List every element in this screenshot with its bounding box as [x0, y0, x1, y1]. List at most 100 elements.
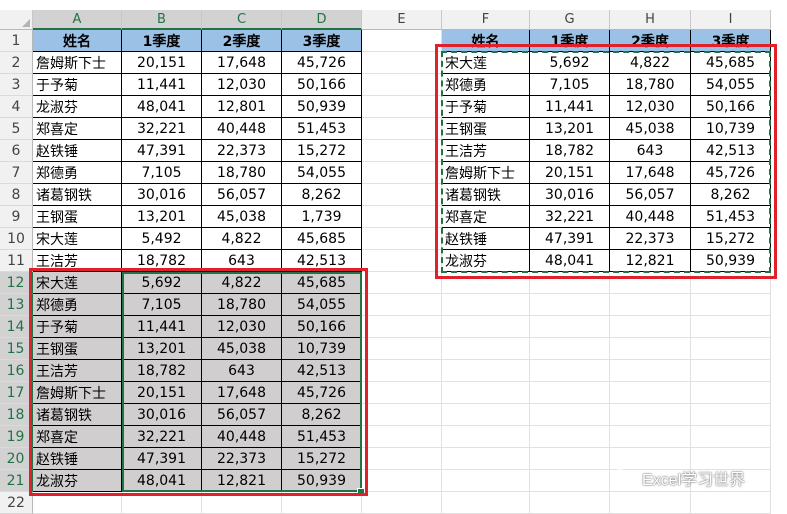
left-table-header[interactable]: 3季度	[282, 30, 362, 52]
empty-cell[interactable]	[362, 448, 442, 470]
name-cell[interactable]: 王洁芳	[33, 360, 122, 382]
row-header-5[interactable]: 5	[0, 118, 33, 140]
name-cell[interactable]: 诸葛钢铁	[442, 184, 530, 206]
empty-cell[interactable]	[691, 404, 771, 426]
name-cell[interactable]: 诸葛钢铁	[33, 404, 122, 426]
name-cell[interactable]: 郑德勇	[33, 294, 122, 316]
empty-cell[interactable]	[691, 426, 771, 448]
name-cell[interactable]: 郑德勇	[442, 74, 530, 96]
value-cell[interactable]: 51,453	[691, 206, 771, 228]
value-cell[interactable]: 54,055	[691, 74, 771, 96]
value-cell[interactable]: 5,692	[122, 272, 202, 294]
name-cell[interactable]: 赵铁锤	[33, 448, 122, 470]
value-cell[interactable]: 8,262	[691, 184, 771, 206]
column-header-a[interactable]: A	[33, 10, 122, 30]
value-cell[interactable]: 45,685	[691, 52, 771, 74]
column-header-d[interactable]: D	[282, 10, 362, 30]
value-cell[interactable]: 10,739	[282, 338, 362, 360]
name-cell[interactable]: 于予菊	[33, 74, 122, 96]
row-header-19[interactable]: 19	[0, 426, 33, 448]
name-cell[interactable]: 诸葛钢铁	[33, 184, 122, 206]
empty-cell[interactable]	[610, 382, 691, 404]
empty-cell[interactable]	[362, 250, 442, 272]
empty-cell[interactable]	[691, 316, 771, 338]
empty-cell[interactable]	[362, 184, 442, 206]
value-cell[interactable]: 17,648	[610, 162, 691, 184]
empty-cell[interactable]	[362, 360, 442, 382]
name-cell[interactable]: 龙淑芬	[33, 96, 122, 118]
empty-cell[interactable]	[362, 52, 442, 74]
value-cell[interactable]: 30,016	[122, 184, 202, 206]
right-table-header[interactable]: 1季度	[530, 30, 610, 52]
value-cell[interactable]: 20,151	[530, 162, 610, 184]
left-table-header[interactable]: 1季度	[122, 30, 202, 52]
value-cell[interactable]: 50,939	[282, 96, 362, 118]
select-all-corner[interactable]	[0, 10, 33, 30]
value-cell[interactable]: 11,441	[530, 96, 610, 118]
value-cell[interactable]: 42,513	[691, 140, 771, 162]
empty-cell[interactable]	[691, 360, 771, 382]
empty-cell[interactable]	[530, 470, 610, 492]
row-header-22[interactable]: 22	[0, 492, 33, 514]
value-cell[interactable]: 11,441	[122, 74, 202, 96]
value-cell[interactable]: 45,726	[282, 382, 362, 404]
empty-cell[interactable]	[282, 492, 362, 514]
empty-cell[interactable]	[530, 426, 610, 448]
row-header-10[interactable]: 10	[0, 228, 33, 250]
value-cell[interactable]: 45,726	[282, 52, 362, 74]
right-table-header[interactable]: 姓名	[442, 30, 530, 52]
row-header-12[interactable]: 12	[0, 272, 33, 294]
empty-cell[interactable]	[362, 470, 442, 492]
value-cell[interactable]: 15,272	[691, 228, 771, 250]
empty-cell[interactable]	[530, 338, 610, 360]
value-cell[interactable]: 8,262	[282, 184, 362, 206]
column-header-f[interactable]: F	[442, 10, 530, 30]
row-header-1[interactable]: 1	[0, 30, 33, 52]
row-header-14[interactable]: 14	[0, 316, 33, 338]
name-cell[interactable]: 王钢蛋	[33, 338, 122, 360]
column-header-g[interactable]: G	[530, 10, 610, 30]
value-cell[interactable]: 45,038	[202, 338, 282, 360]
empty-cell[interactable]	[362, 426, 442, 448]
empty-cell[interactable]	[442, 360, 530, 382]
name-cell[interactable]: 宋大莲	[33, 272, 122, 294]
empty-cell[interactable]	[442, 382, 530, 404]
value-cell[interactable]: 18,780	[202, 294, 282, 316]
name-cell[interactable]: 詹姆斯下士	[33, 382, 122, 404]
value-cell[interactable]: 56,057	[202, 404, 282, 426]
row-header-3[interactable]: 3	[0, 74, 33, 96]
value-cell[interactable]: 12,030	[610, 96, 691, 118]
value-cell[interactable]: 13,201	[530, 118, 610, 140]
empty-cell[interactable]	[610, 492, 691, 514]
value-cell[interactable]: 42,513	[282, 360, 362, 382]
value-cell[interactable]: 40,448	[202, 426, 282, 448]
name-cell[interactable]: 詹姆斯下士	[442, 162, 530, 184]
value-cell[interactable]: 1,739	[282, 206, 362, 228]
value-cell[interactable]: 12,821	[610, 250, 691, 272]
empty-cell[interactable]	[362, 382, 442, 404]
value-cell[interactable]: 20,151	[122, 52, 202, 74]
empty-cell[interactable]	[530, 492, 610, 514]
value-cell[interactable]: 30,016	[530, 184, 610, 206]
value-cell[interactable]: 4,822	[610, 52, 691, 74]
value-cell[interactable]: 45,726	[691, 162, 771, 184]
value-cell[interactable]: 5,692	[530, 52, 610, 74]
empty-cell[interactable]	[362, 228, 442, 250]
name-cell[interactable]: 宋大莲	[33, 228, 122, 250]
value-cell[interactable]: 50,166	[282, 74, 362, 96]
value-cell[interactable]: 42,513	[282, 250, 362, 272]
empty-cell[interactable]	[442, 316, 530, 338]
value-cell[interactable]: 22,373	[202, 140, 282, 162]
value-cell[interactable]: 643	[202, 250, 282, 272]
name-cell[interactable]: 王洁芳	[33, 250, 122, 272]
value-cell[interactable]: 50,939	[691, 250, 771, 272]
value-cell[interactable]: 51,453	[282, 118, 362, 140]
value-cell[interactable]: 22,373	[202, 448, 282, 470]
value-cell[interactable]: 45,038	[610, 118, 691, 140]
value-cell[interactable]: 22,373	[610, 228, 691, 250]
value-cell[interactable]: 50,939	[282, 470, 362, 492]
row-header-11[interactable]: 11	[0, 250, 33, 272]
empty-cell[interactable]	[202, 492, 282, 514]
value-cell[interactable]: 13,201	[122, 338, 202, 360]
left-table-header[interactable]: 姓名	[33, 30, 122, 52]
